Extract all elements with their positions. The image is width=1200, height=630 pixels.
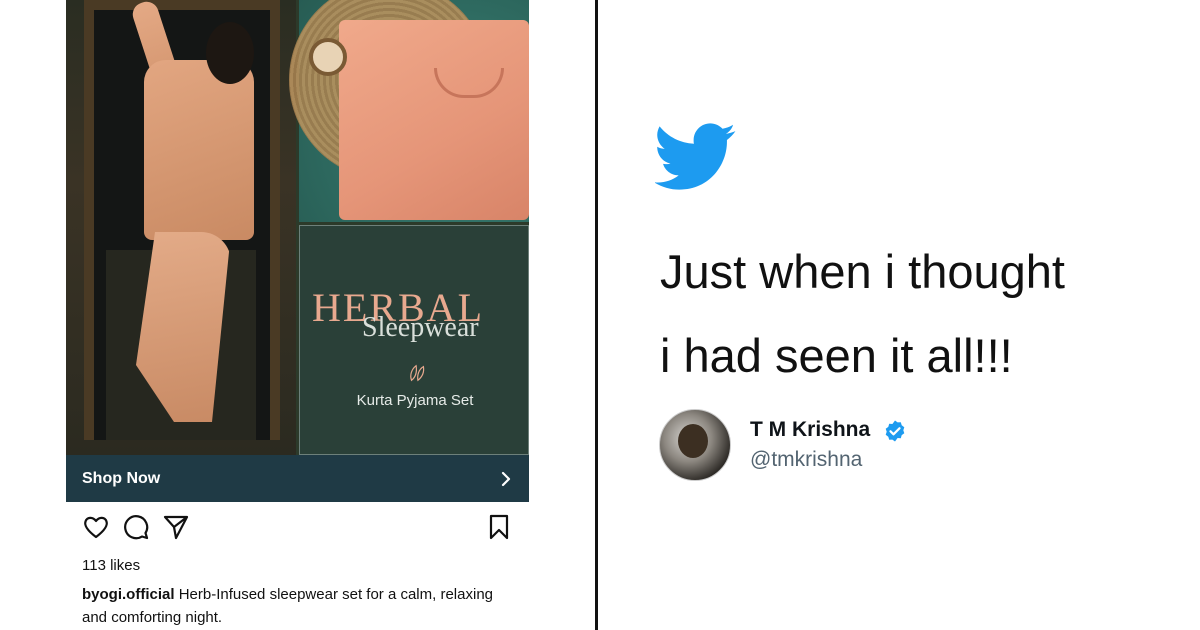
comment-icon[interactable]	[122, 513, 150, 541]
tea-cup	[309, 38, 347, 76]
avatar[interactable]	[659, 409, 731, 481]
model-head	[206, 22, 254, 84]
kurta-collar	[434, 68, 504, 98]
product-label: Kurta Pyjama Set	[356, 392, 474, 409]
heart-icon[interactable]	[82, 513, 110, 541]
post-action-bar	[82, 513, 512, 541]
post-caption: byogi.official Herb-Infused sleepwear se…	[82, 583, 522, 629]
divider	[595, 0, 598, 630]
tweet-text: Just when i thought i had seen it all!!!	[660, 230, 1180, 398]
model-photo	[66, 0, 296, 455]
verified-badge-icon	[885, 420, 905, 442]
instagram-post: HERBAL Sleepwear Kurta Pyjama Set Shop N…	[66, 0, 529, 630]
brand-subtitle: Sleepwear	[362, 312, 479, 343]
caption-username[interactable]: byogi.official	[82, 586, 175, 603]
tweet-text-line-1: Just when i thought	[660, 245, 1065, 298]
send-icon[interactable]	[162, 513, 190, 541]
twitter-bird-icon	[655, 123, 736, 190]
author-name[interactable]: T M Krishna	[750, 418, 870, 442]
model-kurta	[144, 60, 254, 240]
leaf-icon	[410, 364, 425, 382]
post-image-collage[interactable]: HERBAL Sleepwear Kurta Pyjama Set	[66, 0, 529, 455]
tweet-text-line-2: i had seen it all!!!	[660, 329, 1013, 382]
author-handle[interactable]: @tmkrishna	[750, 448, 862, 472]
folded-garment-photo	[289, 0, 529, 222]
chevron-right-icon	[501, 471, 511, 486]
folded-kurta	[339, 20, 529, 220]
brand-panel: HERBAL Sleepwear Kurta Pyjama Set	[299, 225, 529, 455]
bookmark-icon[interactable]	[485, 513, 513, 541]
shop-now-label: Shop Now	[82, 469, 161, 487]
shop-now-button[interactable]: Shop Now	[66, 455, 529, 502]
avatar-face	[678, 424, 708, 458]
likes-count[interactable]: 113 likes	[82, 557, 140, 574]
